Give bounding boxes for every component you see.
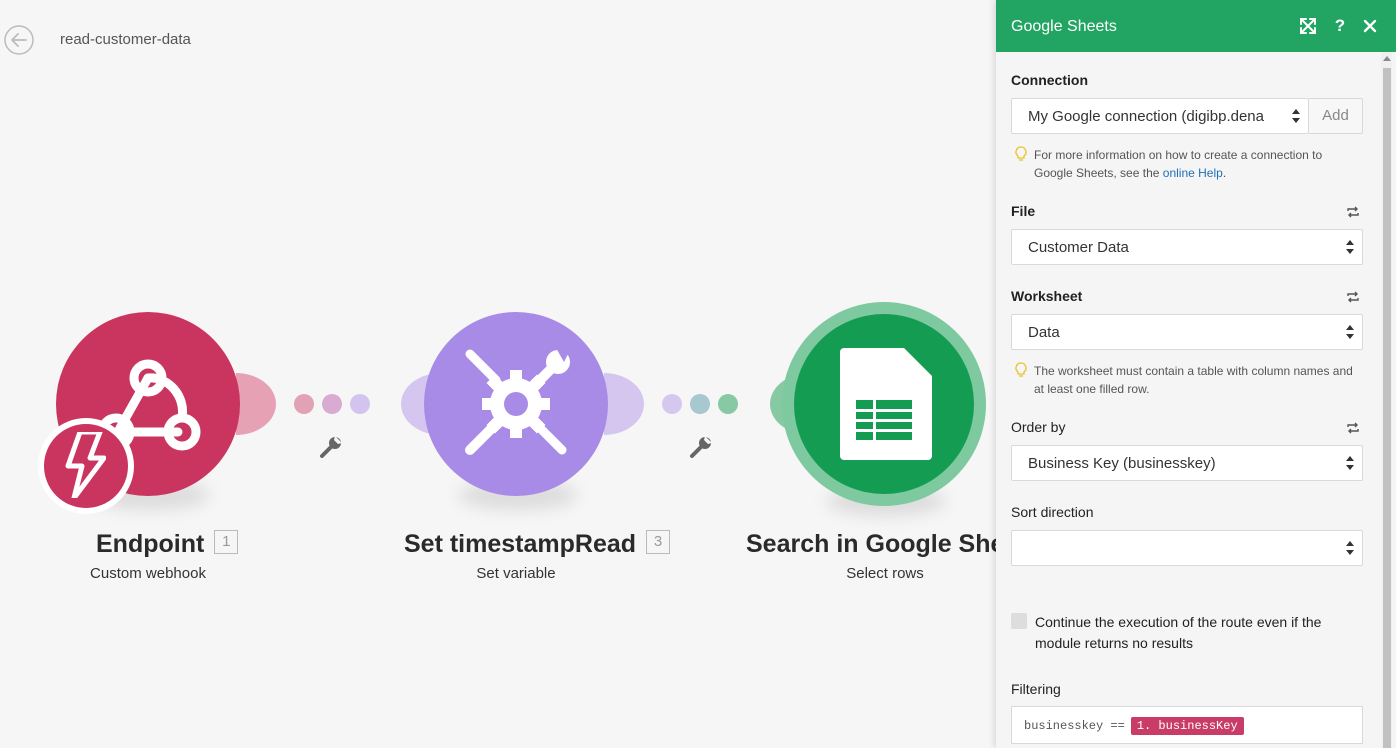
- sort-direction-select[interactable]: [1011, 530, 1363, 566]
- map-toggle-icon[interactable]: [1345, 421, 1361, 435]
- module-title: Endpoint 1: [96, 530, 266, 559]
- mapped-variable-pill[interactable]: 1. businessKey: [1130, 717, 1244, 735]
- expand-icon[interactable]: [1298, 16, 1318, 36]
- tools-icon: [465, 348, 570, 455]
- filtering-label: Filtering: [1011, 681, 1061, 697]
- route-dot: [718, 394, 738, 414]
- lightbulb-icon: [1015, 146, 1027, 161]
- route-dot: [690, 394, 710, 414]
- route-settings-wrench-icon[interactable]: [318, 434, 344, 460]
- add-connection-button[interactable]: Add: [1309, 98, 1363, 134]
- module-settings-panel: Google Sheets ? Connection My Google con…: [996, 0, 1396, 748]
- worksheet-label: Worksheet: [1011, 288, 1083, 304]
- module-title: Set timestampRead 3: [404, 530, 671, 559]
- panel-title: Google Sheets: [1011, 18, 1117, 35]
- online-help-link[interactable]: online Help: [1163, 166, 1223, 180]
- route-dot: [294, 394, 314, 414]
- lightning-icon: [65, 432, 106, 498]
- map-toggle-icon[interactable]: [1345, 205, 1361, 219]
- module-subtitle: Custom webhook: [90, 565, 206, 582]
- map-toggle-icon[interactable]: [1345, 290, 1361, 304]
- back-arrow-icon[interactable]: [4, 25, 34, 55]
- order-by-select[interactable]: Business Key (businesskey): [1011, 445, 1363, 481]
- connection-hint: For more information on how to create a …: [1034, 148, 1323, 180]
- module-subtitle: Select rows: [846, 565, 924, 582]
- scroll-up-arrow-icon[interactable]: [1383, 56, 1391, 61]
- file-label: File: [1011, 203, 1036, 219]
- connection-value: My Google connection (digibp.dena: [1028, 108, 1264, 125]
- order-by-label: Order by: [1011, 419, 1066, 435]
- order-by-value: Business Key (businesskey): [1028, 455, 1216, 472]
- connection-select[interactable]: My Google connection (digibp.dena: [1011, 98, 1309, 134]
- worksheet-hint: The worksheet must contain a table with …: [1034, 364, 1353, 396]
- worksheet-select[interactable]: Data: [1011, 314, 1363, 350]
- help-icon[interactable]: ?: [1330, 16, 1350, 36]
- google-sheets-icon: [840, 348, 932, 460]
- continue-execution-label: Continue the execution of the route even…: [1035, 614, 1322, 651]
- module-title: Search in Google Shee: [746, 530, 1019, 558]
- module-output-connector: [604, 373, 644, 435]
- continue-execution-checkbox[interactable]: [1011, 613, 1027, 629]
- module-id-badge: 1: [214, 530, 239, 555]
- panel-header: Google Sheets ?: [996, 0, 1396, 52]
- file-value: Customer Data: [1028, 239, 1129, 256]
- scenario-name: read-customer-data: [60, 31, 191, 48]
- route-dot: [322, 394, 342, 414]
- filtering-input[interactable]: businesskey == 1. businessKey: [1011, 706, 1363, 744]
- file-select[interactable]: Customer Data: [1011, 229, 1363, 265]
- sort-direction-label: Sort direction: [1011, 504, 1094, 520]
- select-arrows-icon: [1292, 109, 1300, 123]
- route-dot: [662, 394, 682, 414]
- select-arrows-icon: [1346, 240, 1354, 254]
- select-arrows-icon: [1346, 541, 1354, 555]
- module-id-badge: 3: [646, 530, 671, 555]
- panel-scroll-thumb[interactable]: [1383, 68, 1391, 748]
- connection-label: Connection: [1011, 72, 1088, 88]
- lightbulb-icon: [1015, 362, 1027, 377]
- close-icon[interactable]: [1360, 16, 1380, 36]
- select-arrows-icon: [1346, 456, 1354, 470]
- worksheet-value: Data: [1028, 324, 1060, 341]
- route-dot: [350, 394, 370, 414]
- module-endpoint-connector: [236, 373, 276, 435]
- filtering-expression: businesskey ==: [1024, 719, 1125, 733]
- module-subtitle: Set variable: [476, 565, 556, 582]
- route-settings-wrench-icon[interactable]: [688, 434, 714, 460]
- select-arrows-icon: [1346, 325, 1354, 339]
